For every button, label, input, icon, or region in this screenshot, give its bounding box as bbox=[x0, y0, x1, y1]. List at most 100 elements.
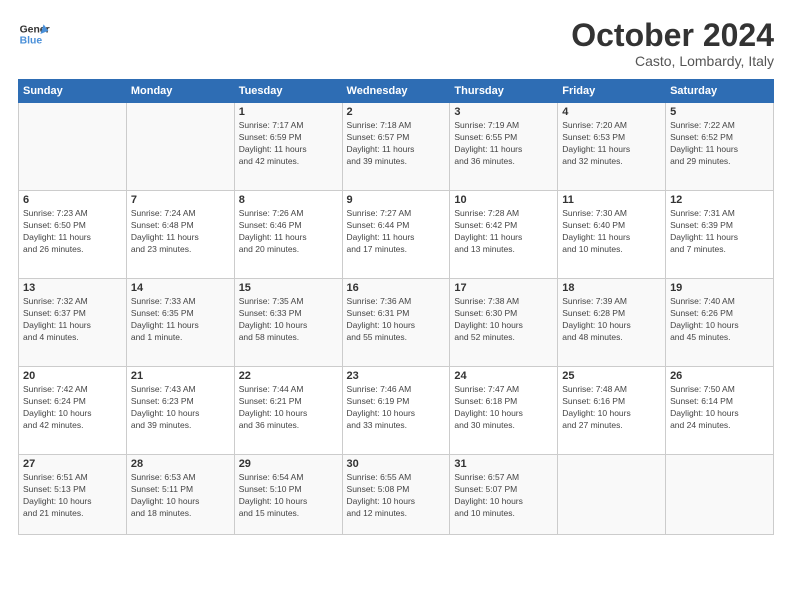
day-detail: Sunrise: 7:39 AM Sunset: 6:28 PM Dayligh… bbox=[562, 296, 661, 344]
svg-text:Blue: Blue bbox=[20, 36, 43, 47]
day-detail: Sunrise: 7:18 AM Sunset: 6:57 PM Dayligh… bbox=[347, 120, 446, 168]
day-detail: Sunrise: 7:43 AM Sunset: 6:23 PM Dayligh… bbox=[131, 384, 230, 432]
day-detail: Sunrise: 7:44 AM Sunset: 6:21 PM Dayligh… bbox=[239, 384, 338, 432]
day-detail: Sunrise: 7:31 AM Sunset: 6:39 PM Dayligh… bbox=[670, 208, 769, 256]
col-friday: Friday bbox=[558, 80, 666, 103]
col-tuesday: Tuesday bbox=[234, 80, 342, 103]
location-subtitle: Casto, Lombardy, Italy bbox=[571, 53, 774, 69]
table-row: 15 Sunrise: 7:35 AM Sunset: 6:33 PM Dayli… bbox=[234, 279, 342, 367]
day-number: 8 bbox=[239, 194, 338, 206]
table-row: 3 Sunrise: 7:19 AM Sunset: 6:55 PM Daylig… bbox=[450, 103, 558, 191]
day-number: 2 bbox=[347, 106, 446, 118]
day-detail: Sunrise: 7:48 AM Sunset: 6:16 PM Dayligh… bbox=[562, 384, 661, 432]
day-detail: Sunrise: 7:17 AM Sunset: 6:59 PM Dayligh… bbox=[239, 120, 338, 168]
day-detail: Sunrise: 7:20 AM Sunset: 6:53 PM Dayligh… bbox=[562, 120, 661, 168]
table-row: 19 Sunrise: 7:40 AM Sunset: 6:26 PM Dayli… bbox=[666, 279, 774, 367]
table-row: 5Sunrise: 7:22 AM Sunset: 6:52 PM Daylig… bbox=[666, 103, 774, 191]
general-blue-logo-icon: General Blue bbox=[18, 18, 50, 50]
col-monday: Monday bbox=[126, 80, 234, 103]
day-detail: Sunrise: 7:28 AM Sunset: 6:42 PM Dayligh… bbox=[454, 208, 553, 256]
table-row: 17 Sunrise: 7:38 AM Sunset: 6:30 PM Dayli… bbox=[450, 279, 558, 367]
day-number: 19 bbox=[670, 282, 769, 294]
day-detail: Sunrise: 7:42 AM Sunset: 6:24 PM Dayligh… bbox=[23, 384, 122, 432]
day-detail: Sunrise: 6:53 AM Sunset: 5:11 PM Dayligh… bbox=[131, 472, 230, 520]
day-detail: Sunrise: 7:30 AM Sunset: 6:40 PM Dayligh… bbox=[562, 208, 661, 256]
day-number: 15 bbox=[239, 282, 338, 294]
day-number: 10 bbox=[454, 194, 553, 206]
calendar-body: 1 Sunrise: 7:17 AM Sunset: 6:59 PM Daylig… bbox=[19, 103, 774, 535]
table-row: 26 Sunrise: 7:50 AM Sunset: 6:14 PM Dayli… bbox=[666, 367, 774, 455]
col-sunday: Sunday bbox=[19, 80, 127, 103]
table-row: 4 Sunrise: 7:20 AM Sunset: 6:53 PM Daylig… bbox=[558, 103, 666, 191]
day-detail: Sunrise: 7:26 AM Sunset: 6:46 PM Dayligh… bbox=[239, 208, 338, 256]
day-number: 1 bbox=[239, 106, 338, 118]
day-detail: Sunrise: 6:57 AM Sunset: 5:07 PM Dayligh… bbox=[454, 472, 553, 520]
day-number: 24 bbox=[454, 370, 553, 382]
table-row: 13 Sunrise: 7:32 AM Sunset: 6:37 PM Dayli… bbox=[19, 279, 127, 367]
day-number: 9 bbox=[347, 194, 446, 206]
day-number: 17 bbox=[454, 282, 553, 294]
table-row: 25 Sunrise: 7:48 AM Sunset: 6:16 PM Dayli… bbox=[558, 367, 666, 455]
day-number: 5 bbox=[670, 106, 769, 118]
table-row: 9Sunrise: 7:27 AM Sunset: 6:44 PM Daylig… bbox=[342, 191, 450, 279]
day-detail: Sunrise: 6:51 AM Sunset: 5:13 PM Dayligh… bbox=[23, 472, 122, 520]
table-row: 18 Sunrise: 7:39 AM Sunset: 6:28 PM Dayli… bbox=[558, 279, 666, 367]
col-wednesday: Wednesday bbox=[342, 80, 450, 103]
day-number: 25 bbox=[562, 370, 661, 382]
table-row: 31 Sunrise: 6:57 AM Sunset: 5:07 PM Dayli… bbox=[450, 455, 558, 535]
table-row: 8 Sunrise: 7:26 AM Sunset: 6:46 PM Daylig… bbox=[234, 191, 342, 279]
table-row: 27Sunrise: 6:51 AM Sunset: 5:13 PM Dayli… bbox=[19, 455, 127, 535]
day-number: 14 bbox=[131, 282, 230, 294]
table-row: 11 Sunrise: 7:30 AM Sunset: 6:40 PM Dayli… bbox=[558, 191, 666, 279]
day-number: 23 bbox=[347, 370, 446, 382]
day-detail: Sunrise: 7:23 AM Sunset: 6:50 PM Dayligh… bbox=[23, 208, 122, 256]
table-row: 21Sunrise: 7:43 AM Sunset: 6:23 PM Dayli… bbox=[126, 367, 234, 455]
col-thursday: Thursday bbox=[450, 80, 558, 103]
day-number: 4 bbox=[562, 106, 661, 118]
month-title: October 2024 bbox=[571, 18, 774, 53]
day-number: 6 bbox=[23, 194, 122, 206]
table-row: 24Sunrise: 7:47 AM Sunset: 6:18 PM Dayli… bbox=[450, 367, 558, 455]
table-row: 29 Sunrise: 6:54 AM Sunset: 5:10 PM Dayli… bbox=[234, 455, 342, 535]
table-row bbox=[666, 455, 774, 535]
day-number: 3 bbox=[454, 106, 553, 118]
logo: General Blue bbox=[18, 18, 50, 50]
day-detail: Sunrise: 7:36 AM Sunset: 6:31 PM Dayligh… bbox=[347, 296, 446, 344]
calendar-table: Sunday Monday Tuesday Wednesday Thursday… bbox=[18, 79, 774, 535]
table-row: 1 Sunrise: 7:17 AM Sunset: 6:59 PM Daylig… bbox=[234, 103, 342, 191]
day-number: 31 bbox=[454, 458, 553, 470]
day-number: 22 bbox=[239, 370, 338, 382]
day-detail: Sunrise: 7:38 AM Sunset: 6:30 PM Dayligh… bbox=[454, 296, 553, 344]
table-row bbox=[126, 103, 234, 191]
day-detail: Sunrise: 7:32 AM Sunset: 6:37 PM Dayligh… bbox=[23, 296, 122, 344]
page: General Blue October 2024 Casto, Lombard… bbox=[0, 0, 792, 612]
day-detail: Sunrise: 7:35 AM Sunset: 6:33 PM Dayligh… bbox=[239, 296, 338, 344]
day-number: 7 bbox=[131, 194, 230, 206]
day-detail: Sunrise: 7:46 AM Sunset: 6:19 PM Dayligh… bbox=[347, 384, 446, 432]
table-row: 10 Sunrise: 7:28 AM Sunset: 6:42 PM Dayli… bbox=[450, 191, 558, 279]
day-number: 29 bbox=[239, 458, 338, 470]
day-detail: Sunrise: 7:50 AM Sunset: 6:14 PM Dayligh… bbox=[670, 384, 769, 432]
day-number: 13 bbox=[23, 282, 122, 294]
day-number: 18 bbox=[562, 282, 661, 294]
col-saturday: Saturday bbox=[666, 80, 774, 103]
table-row: 6 Sunrise: 7:23 AM Sunset: 6:50 PM Daylig… bbox=[19, 191, 127, 279]
day-number: 11 bbox=[562, 194, 661, 206]
day-number: 28 bbox=[131, 458, 230, 470]
header-row: Sunday Monday Tuesday Wednesday Thursday… bbox=[19, 80, 774, 103]
table-row: 2 Sunrise: 7:18 AM Sunset: 6:57 PM Daylig… bbox=[342, 103, 450, 191]
table-row: 22 Sunrise: 7:44 AM Sunset: 6:21 PM Dayli… bbox=[234, 367, 342, 455]
table-row: 14Sunrise: 7:33 AM Sunset: 6:35 PM Dayli… bbox=[126, 279, 234, 367]
table-row: 23 Sunrise: 7:46 AM Sunset: 6:19 PM Dayli… bbox=[342, 367, 450, 455]
table-row: 7 Sunrise: 7:24 AM Sunset: 6:48 PM Daylig… bbox=[126, 191, 234, 279]
table-row bbox=[558, 455, 666, 535]
day-detail: Sunrise: 6:54 AM Sunset: 5:10 PM Dayligh… bbox=[239, 472, 338, 520]
day-number: 26 bbox=[670, 370, 769, 382]
day-detail: Sunrise: 7:19 AM Sunset: 6:55 PM Dayligh… bbox=[454, 120, 553, 168]
table-row: 30Sunrise: 6:55 AM Sunset: 5:08 PM Dayli… bbox=[342, 455, 450, 535]
day-detail: Sunrise: 7:24 AM Sunset: 6:48 PM Dayligh… bbox=[131, 208, 230, 256]
table-row: 28 Sunrise: 6:53 AM Sunset: 5:11 PM Dayli… bbox=[126, 455, 234, 535]
table-row: 16Sunrise: 7:36 AM Sunset: 6:31 PM Dayli… bbox=[342, 279, 450, 367]
day-detail: Sunrise: 7:40 AM Sunset: 6:26 PM Dayligh… bbox=[670, 296, 769, 344]
day-number: 30 bbox=[347, 458, 446, 470]
